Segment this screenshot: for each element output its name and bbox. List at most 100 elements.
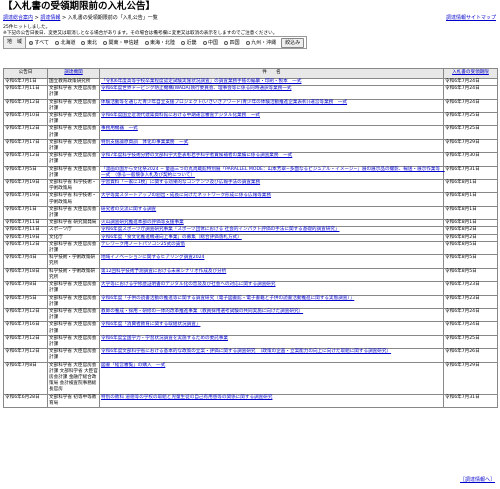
- tender-title-link[interactable]: 事務用機器 一式: [101, 126, 138, 131]
- cell-date: 令和6年7月11日: [3, 226, 48, 235]
- cell-org: 文部科学省 科学技術・学術政策局: [47, 179, 100, 194]
- cell-date: 令和6年7月12日: [3, 125, 48, 140]
- cell-date: 令和6年7月18日: [3, 267, 48, 283]
- cell-title: 特別の教科 道徳等の学校の取組と児童生徒の自己有用感等の関係に関する調査研究: [99, 393, 444, 408]
- breadcrumb-link-home[interactable]: 調達総合案内: [3, 15, 33, 21]
- cell-deadline: 令和6年7月25日: [443, 112, 498, 127]
- header-title: 件 名: [99, 68, 444, 79]
- tender-title-link[interactable]: 体験活動等を通じた青少年自立支援プロジェクト(いきいきアワード(青少年の体験活動…: [101, 100, 347, 105]
- cell-org: 文部科学省 初等中等教育局: [47, 393, 100, 408]
- header-org-sort-link[interactable]: 調達機関: [64, 70, 82, 75]
- cell-title: 令和6年度国立近現代建築資料館における中期運営審査デジタル化業務 一式: [99, 112, 444, 127]
- cell-title: テレワーク用ノートパソコン25式の賃借: [99, 240, 444, 256]
- cell-org: 国立教育政策研究所: [47, 77, 100, 87]
- table-row: 令和6年7月12日 文部科学省 大臣官房会計課 テレワーク用ノートパソコン25式の賃…: [3, 240, 498, 256]
- tender-title-link[interactable]: 大学等発スタートアップの創出・成長に向けたネットワーク形成に係る広報等業務: [101, 193, 271, 198]
- tender-title-link[interactable]: 研究者の交流に関する調査: [101, 207, 156, 212]
- cell-deadline: 令和6年7月23日: [443, 294, 498, 309]
- table-body: 令和6年7月1日 国立教育政策研究所 「令和6年度高等学校卒業程度認定試験実施状況調…: [3, 77, 498, 408]
- cell-date: 令和6年6月28日: [3, 393, 48, 408]
- cell-date: 令和6年7月5日: [3, 294, 48, 309]
- filter-button[interactable]: 絞込み: [281, 37, 305, 48]
- back-to-procurement-link[interactable]: ［調達情報へ］: [460, 476, 495, 483]
- radio-icon[interactable]: [224, 40, 229, 45]
- radio-icon[interactable]: [81, 40, 86, 45]
- radio-selected-icon[interactable]: [29, 40, 34, 45]
- tender-title-link[interactable]: 「令和6年度高等学校卒業程度認定試験実施状況調査」の調査業務手帳の編纂・印刷・製…: [101, 79, 301, 84]
- region-option-tokai[interactable]: 東海・北陸: [144, 39, 175, 46]
- tender-table: 公告日 調達機関 件 名 入札書の受領期限 令和6年7月1日 国立教育政策研究所「…: [3, 68, 498, 408]
- cell-title: 学習資料「一家に1枚」に関する効果的なコンテンツ及び広報手法の調査業務: [99, 179, 444, 194]
- region-option-hokkaido[interactable]: 北海道: [54, 39, 75, 46]
- tender-title-link[interactable]: 大学等における学修歴証明書のデジタル化の普及及び社会への対応に関する調査研究: [101, 282, 275, 287]
- tender-title-link[interactable]: 令和7年度科学技術分野の文部科学大臣表彰若手科学者賞候補者の業績に係る調査業務 …: [101, 153, 292, 158]
- cell-org: 文部科学省 研究開発局: [47, 219, 100, 228]
- tender-title-link[interactable]: 第12回科学技術予測調査における未来シナリオ作成及び分析: [101, 269, 226, 274]
- radio-icon[interactable]: [202, 40, 207, 45]
- cell-org: スポーツ庁: [47, 226, 100, 235]
- cell-deadline: 令和6年7月31日: [443, 165, 498, 181]
- radio-icon[interactable]: [54, 40, 59, 45]
- table-row: 令和6年7月12日 文部科学省 大臣官房会計課 令和6年度全国学力・学習状況調査を実…: [3, 334, 498, 350]
- cell-date: 令和6年7月12日: [3, 152, 48, 167]
- radio-icon[interactable]: [181, 40, 186, 45]
- table-row: 令和6年7月12日 文部科学省 大臣官房会計課 体験活動等を通じた青少年自立支援プロ…: [3, 98, 498, 114]
- tender-title-link[interactable]: 令和6年度国立近現代建築資料館における中期運営審査デジタル化業務 一式: [101, 113, 260, 118]
- tender-title-link[interactable]: テレワーク用ノートパソコン25式の賃借: [101, 242, 185, 247]
- region-option-kanto[interactable]: 関東・甲信越: [103, 39, 139, 46]
- breadcrumb-link-procurement[interactable]: 調達情報: [40, 15, 60, 21]
- tender-title-link[interactable]: 地域イノベーションに関するヒアリング調査2024: [101, 255, 204, 260]
- tender-title-link[interactable]: 令和6年度文部科学省における基本的な政策の立案・評価に関する調査研究 （政策の企…: [101, 349, 391, 354]
- radio-icon[interactable]: [245, 40, 250, 45]
- cell-org: 文部科学省 大臣官房会計課: [47, 112, 100, 127]
- tender-title-link[interactable]: 「漫画の国から文化祭2024 − 童画三つの丸尚蔵館特別展「PARALLEL M…: [101, 167, 445, 178]
- cell-deadline: 令和6年8月2日: [443, 233, 498, 242]
- cell-date: 令和6年7月5日: [3, 165, 48, 181]
- tender-title-link[interactable]: 火山調査研究推進本部の評価等支援事業: [101, 220, 184, 225]
- table-row: 令和6年7月19日 文部科学省 科学技術・学術政策局 学習資料「一家に1枚」に関する…: [3, 179, 498, 194]
- region-option-tohoku[interactable]: 東北: [81, 39, 97, 46]
- table-row: 令和6年7月11日 文部科学省 研究開発局 火山調査研究推進本部の評価等支援事業 令和…: [3, 219, 498, 228]
- breadcrumb-current: > 入札書の受領期限前の「入札公告」一覧: [60, 15, 158, 21]
- region-option-all[interactable]: すべて: [29, 39, 49, 46]
- cell-org: 文部科学省 大臣官房会計課: [47, 152, 100, 167]
- cell-deadline: 令和6年8月1日: [443, 205, 498, 221]
- tender-title-link[interactable]: 令和6年度世界ドーピング防止機構(WADA)執行委員会、理事会等に係る同時通訳等…: [101, 86, 292, 91]
- region-option-kyushu[interactable]: 九州・沖縄: [245, 39, 276, 46]
- cell-date: 令和6年7月17日: [3, 138, 48, 154]
- tender-title-link[interactable]: 令和6年度全国学力・学習状況調査を実施するための委託事業: [101, 336, 228, 341]
- cell-date: 令和6年7月10日: [3, 112, 48, 127]
- sitemap-link[interactable]: 調達情報サイトマップ: [446, 14, 496, 22]
- cell-org: 文部科学省 大臣官房会計課: [47, 334, 100, 350]
- region-option-shikoku[interactable]: 四国: [224, 39, 240, 46]
- cell-title: 令和6年度スポーツ庁調査研究事業「スポーツ団体における 社会的インパクト評価の手…: [99, 226, 444, 235]
- cell-title: 火山調査研究推進本部の評価等支援事業: [99, 219, 444, 228]
- cell-deadline: 令和6年7月24日: [443, 85, 498, 100]
- cell-org: 文部科学省 大臣官房会計課: [47, 281, 100, 296]
- region-option-kinki[interactable]: 近畿: [181, 39, 197, 46]
- tender-title-link[interactable]: 令和6年度「食文化推進機運向上事業」の募集（総合評価落札方式）: [101, 235, 242, 240]
- tender-title-link[interactable]: 令和6年度「子供の読書活動の推進等に関する調査研究（電子図書館・電子書籍と子供の…: [101, 296, 354, 301]
- cell-title: 図書「経営審覧」の購入 一式: [99, 361, 444, 395]
- tender-title-link[interactable]: 令和6年度「消費者教育に関する取組状況調査」: [101, 322, 200, 327]
- tender-title-link[interactable]: 教師の養成・採用・研修の一体的改革推進事業（教員採用選考試験の共同実施に向けた調…: [101, 309, 303, 314]
- cell-deadline: 令和6年8月1日: [443, 179, 498, 194]
- cell-title: 令和6年度世界ドーピング防止機構(WADA)執行委員会、理事会等に係る同時通訳等…: [99, 85, 444, 100]
- cell-deadline: 令和6年7月24日: [443, 77, 498, 87]
- radio-icon[interactable]: [144, 40, 149, 45]
- table-row: 令和6年7月17日 文部科学省 大臣官房会計課 特別支援論原資訓 体化の事業業務 一…: [3, 138, 498, 154]
- header-deadline-sort-link[interactable]: 入札書の受領期限: [452, 70, 489, 75]
- table-row: 令和6年7月12日 文部科学省 大臣官房会計課 令和7年度科学技術分野の文部科学大臣…: [3, 152, 498, 167]
- cell-org: 文部科学省 大臣官房会計課: [47, 85, 100, 100]
- cell-deadline: 令和6年7月24日: [443, 307, 498, 323]
- cell-org: 文部科学省 大臣官房会計課: [47, 205, 100, 221]
- cell-org: 文部科学省 大臣官房会計課: [47, 165, 100, 181]
- region-option-chugoku[interactable]: 中国: [202, 39, 218, 46]
- radio-icon[interactable]: [103, 40, 107, 45]
- tender-title-link[interactable]: 特別の教科 道徳等の学校の取組と児童生徒の自己有用感等の関係に関する調査研究: [101, 395, 272, 400]
- cell-org: 文部科学省 大臣官房会計課: [47, 294, 100, 309]
- tender-title-link[interactable]: 学習資料「一家に1枚」に関する効果的なコンテンツ及び広報手法の調査業務: [101, 180, 260, 185]
- tender-title-link[interactable]: 令和6年度スポーツ庁調査研究事業「スポーツ団体における 社会的インパクト評価の手…: [101, 227, 340, 232]
- tender-title-link[interactable]: 図書「経営審覧」の購入 一式: [101, 363, 165, 368]
- tender-title-link[interactable]: 特別支援論原資訓 体化の事業業務 一式: [101, 140, 188, 145]
